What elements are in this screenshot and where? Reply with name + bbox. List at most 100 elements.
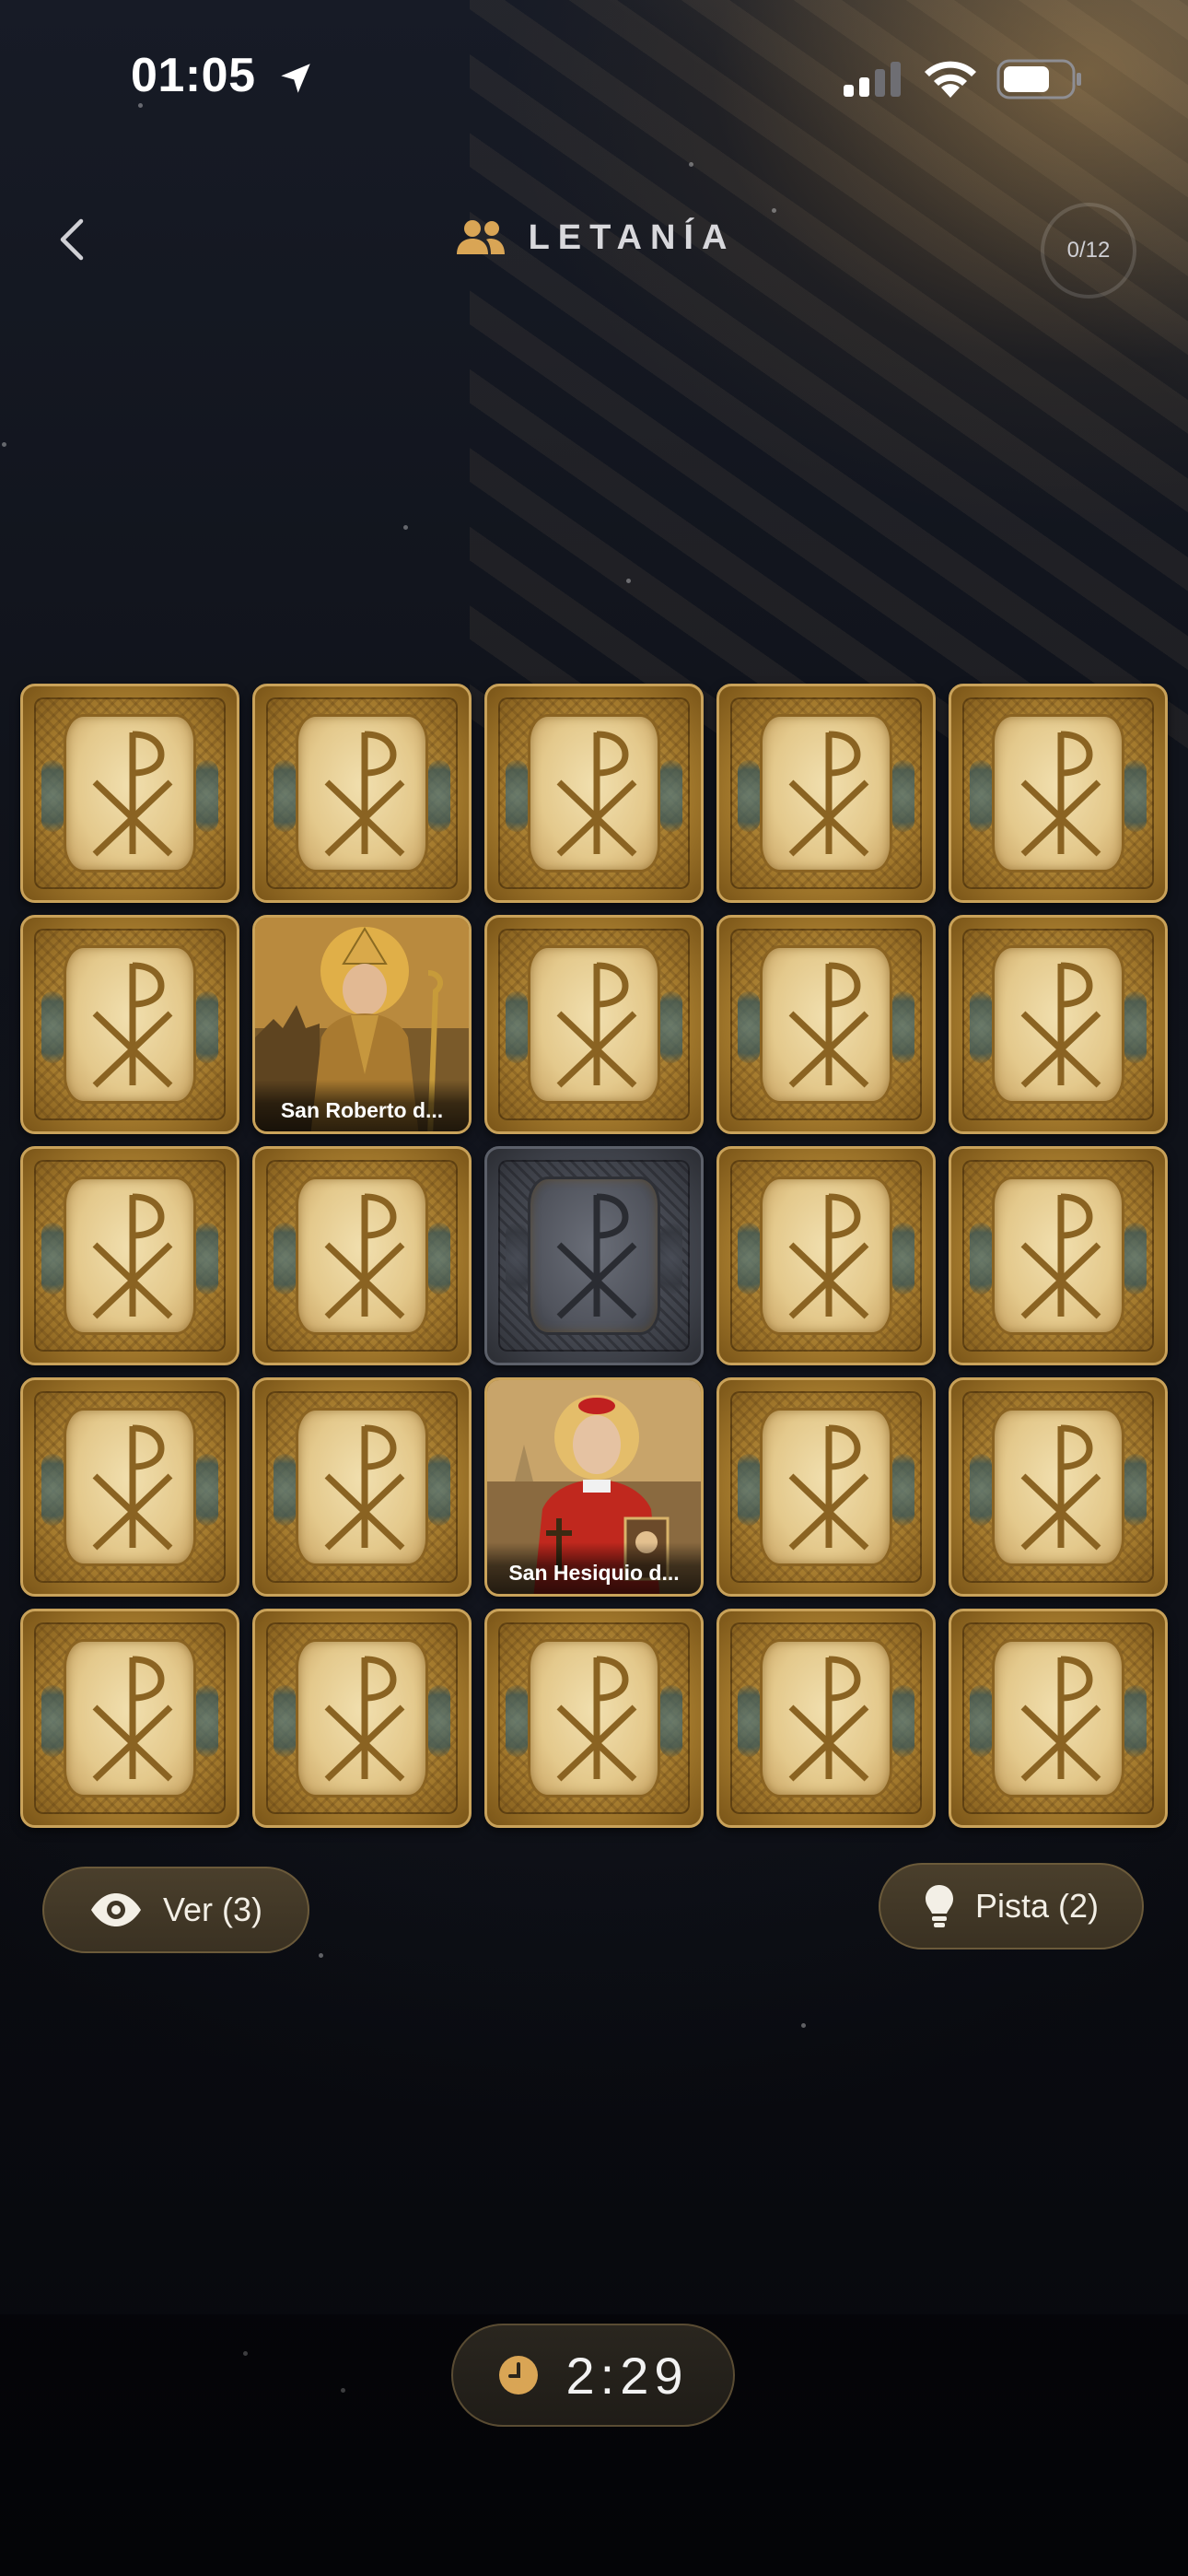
chi-rho-icon	[1020, 731, 1101, 857]
chi-rho-icon	[556, 1656, 637, 1782]
chi-rho-icon	[788, 962, 869, 1088]
memory-card-hidden[interactable]	[949, 684, 1168, 903]
ornament-scroll	[196, 1223, 218, 1294]
chi-rho-icon	[324, 1656, 405, 1782]
ornament-scroll	[428, 1454, 450, 1526]
progress-counter: 0/12	[1066, 238, 1111, 263]
timer-value: 2:29	[565, 2346, 689, 2405]
chi-rho-icon	[556, 962, 637, 1088]
ornament-scroll	[660, 991, 682, 1063]
status-bar: 01:05	[0, 0, 1188, 157]
memory-card-hidden[interactable]	[949, 915, 1168, 1134]
ornament-scroll	[892, 991, 914, 1063]
ornament-scroll	[428, 1223, 450, 1294]
ornament-scroll	[41, 1454, 64, 1526]
ornament-scroll	[970, 991, 992, 1063]
memory-card-hidden[interactable]	[20, 1609, 239, 1828]
memory-card-hidden[interactable]	[716, 1377, 936, 1597]
star	[403, 525, 408, 530]
ornament-scroll	[738, 1223, 760, 1294]
memory-card-hidden[interactable]	[716, 915, 936, 1134]
memory-card-hidden[interactable]	[20, 684, 239, 903]
people-group-icon	[456, 220, 505, 254]
ornament-scroll	[41, 1685, 64, 1757]
memory-card-hidden[interactable]	[252, 1609, 472, 1828]
ornament-scroll	[892, 760, 914, 832]
status-time: 01:05	[131, 49, 256, 102]
header: LETANÍA 0/12	[0, 184, 1188, 299]
ornament-scroll	[970, 1223, 992, 1294]
ornament-scroll	[196, 760, 218, 832]
title-group: LETANÍA	[0, 217, 1188, 258]
page-title: LETANÍA	[528, 217, 736, 257]
chi-rho-icon	[324, 1424, 405, 1551]
memory-card-hidden[interactable]	[252, 1377, 472, 1597]
hint-button[interactable]: Pista (2)	[879, 1863, 1144, 1950]
saint-card-caption: San Hesiquio d...	[487, 1542, 701, 1594]
chi-rho-icon	[92, 731, 173, 857]
saint-card-caption: San Roberto d...	[255, 1080, 469, 1131]
ornament-scroll	[41, 1223, 64, 1294]
saint-card-revealed[interactable]: San Roberto d...	[252, 915, 472, 1134]
ornament-scroll	[506, 1223, 528, 1294]
wifi-icon	[925, 61, 976, 98]
star	[626, 579, 631, 583]
memory-card-hidden[interactable]	[949, 1377, 1168, 1597]
star	[801, 2023, 806, 2028]
chi-rho-icon	[92, 1193, 173, 1319]
memory-card-hidden[interactable]	[20, 1377, 239, 1597]
chi-rho-icon	[788, 1424, 869, 1551]
clock-icon	[498, 2356, 538, 2395]
chi-rho-icon	[556, 731, 637, 857]
ornament-scroll	[970, 1685, 992, 1757]
ornament-scroll	[1124, 1454, 1147, 1526]
ornament-scroll	[970, 1454, 992, 1526]
chi-rho-icon	[788, 1656, 869, 1782]
memory-card-hidden[interactable]	[949, 1609, 1168, 1828]
ornament-scroll	[196, 1454, 218, 1526]
chi-rho-icon	[92, 1424, 173, 1551]
ornament-scroll	[428, 1685, 450, 1757]
memory-card-hidden[interactable]	[716, 1609, 936, 1828]
ornament-scroll	[1124, 760, 1147, 832]
ornament-scroll	[506, 1685, 528, 1757]
ornament-scroll	[274, 1223, 296, 1294]
ornament-scroll	[892, 1223, 914, 1294]
chi-rho-icon	[324, 1193, 405, 1319]
ornament-scroll	[892, 1454, 914, 1526]
progress-ring: 0/12	[1041, 203, 1136, 299]
star	[2, 442, 6, 447]
location-arrow-icon	[281, 64, 310, 93]
memory-card-hidden[interactable]	[20, 915, 239, 1134]
memory-card-hidden[interactable]	[252, 684, 472, 903]
memory-card-hidden[interactable]	[949, 1146, 1168, 1365]
memory-card-hidden[interactable]	[716, 684, 936, 903]
hint-button-label: Pista (2)	[974, 1887, 1100, 1925]
lightbulb-icon	[925, 1885, 953, 1927]
eye-icon	[90, 1893, 141, 1926]
ornament-scroll	[506, 991, 528, 1063]
memory-card-hidden[interactable]	[484, 684, 704, 903]
ornament-scroll	[196, 991, 218, 1063]
ornament-scroll	[506, 760, 528, 832]
reveal-button[interactable]: Ver (3)	[42, 1867, 309, 1953]
ornament-scroll	[892, 1685, 914, 1757]
memory-card-hidden[interactable]	[20, 1146, 239, 1365]
chi-rho-icon	[788, 731, 869, 857]
ornament-scroll	[1124, 1223, 1147, 1294]
chi-rho-icon	[556, 1193, 637, 1319]
chi-rho-icon	[788, 1193, 869, 1319]
ornament-scroll	[274, 760, 296, 832]
memory-card-hidden[interactable]	[484, 1609, 704, 1828]
ornament-scroll	[274, 1454, 296, 1526]
chi-rho-icon	[92, 1656, 173, 1782]
saint-card-revealed[interactable]: San Hesiquio d...	[484, 1377, 704, 1597]
memory-card-matched[interactable]	[484, 1146, 704, 1365]
ornament-scroll	[196, 1685, 218, 1757]
ornament-scroll	[41, 991, 64, 1063]
chi-rho-icon	[1020, 1424, 1101, 1551]
memory-card-hidden[interactable]	[484, 915, 704, 1134]
memory-card-hidden[interactable]	[252, 1146, 472, 1365]
memory-card-hidden[interactable]	[716, 1146, 936, 1365]
chi-rho-icon	[1020, 1193, 1101, 1319]
